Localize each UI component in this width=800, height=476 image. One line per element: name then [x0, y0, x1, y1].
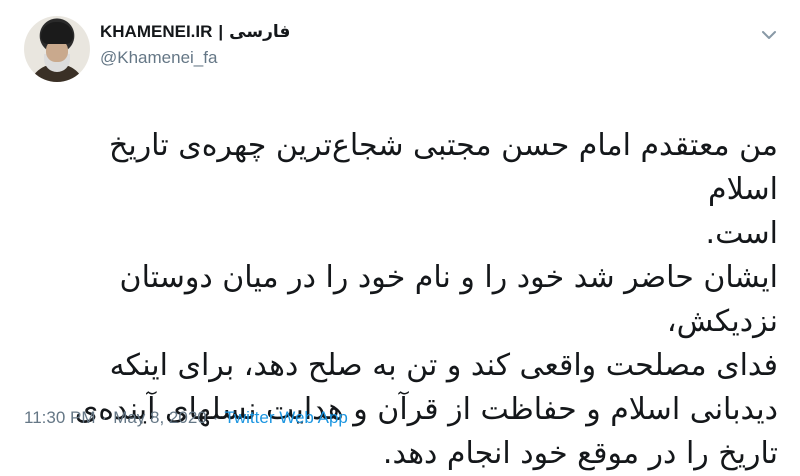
display-name[interactable]: KHAMENEI.IR [100, 22, 212, 42]
name-separator: | [218, 22, 224, 41]
author-handle[interactable]: @Khamenei_fa [100, 48, 290, 68]
tweet-date[interactable]: May 8, 2020 [113, 408, 207, 427]
avatar[interactable] [24, 16, 90, 82]
tweet-header: KHAMENEI.IR | فارسی @Khamenei_fa [24, 12, 778, 96]
chevron-down-icon[interactable] [760, 26, 778, 44]
meta-dot: · [101, 408, 108, 427]
tweet-time[interactable]: 11:30 PM [24, 408, 96, 427]
author-name-row[interactable]: KHAMENEI.IR | فارسی [100, 22, 290, 42]
tweet-card: KHAMENEI.IR | فارسی @Khamenei_fa من معتق… [0, 0, 800, 471]
meta-dot: · [212, 408, 219, 427]
author-block: KHAMENEI.IR | فارسی @Khamenei_fa [100, 22, 290, 68]
tweet-meta: 11:30 PM · May 8, 2020 · Twitter Web App [24, 408, 348, 428]
tweet-source[interactable]: Twitter Web App [224, 408, 347, 427]
avatar-turban [41, 22, 73, 44]
language-label: فارسی [229, 22, 291, 41]
